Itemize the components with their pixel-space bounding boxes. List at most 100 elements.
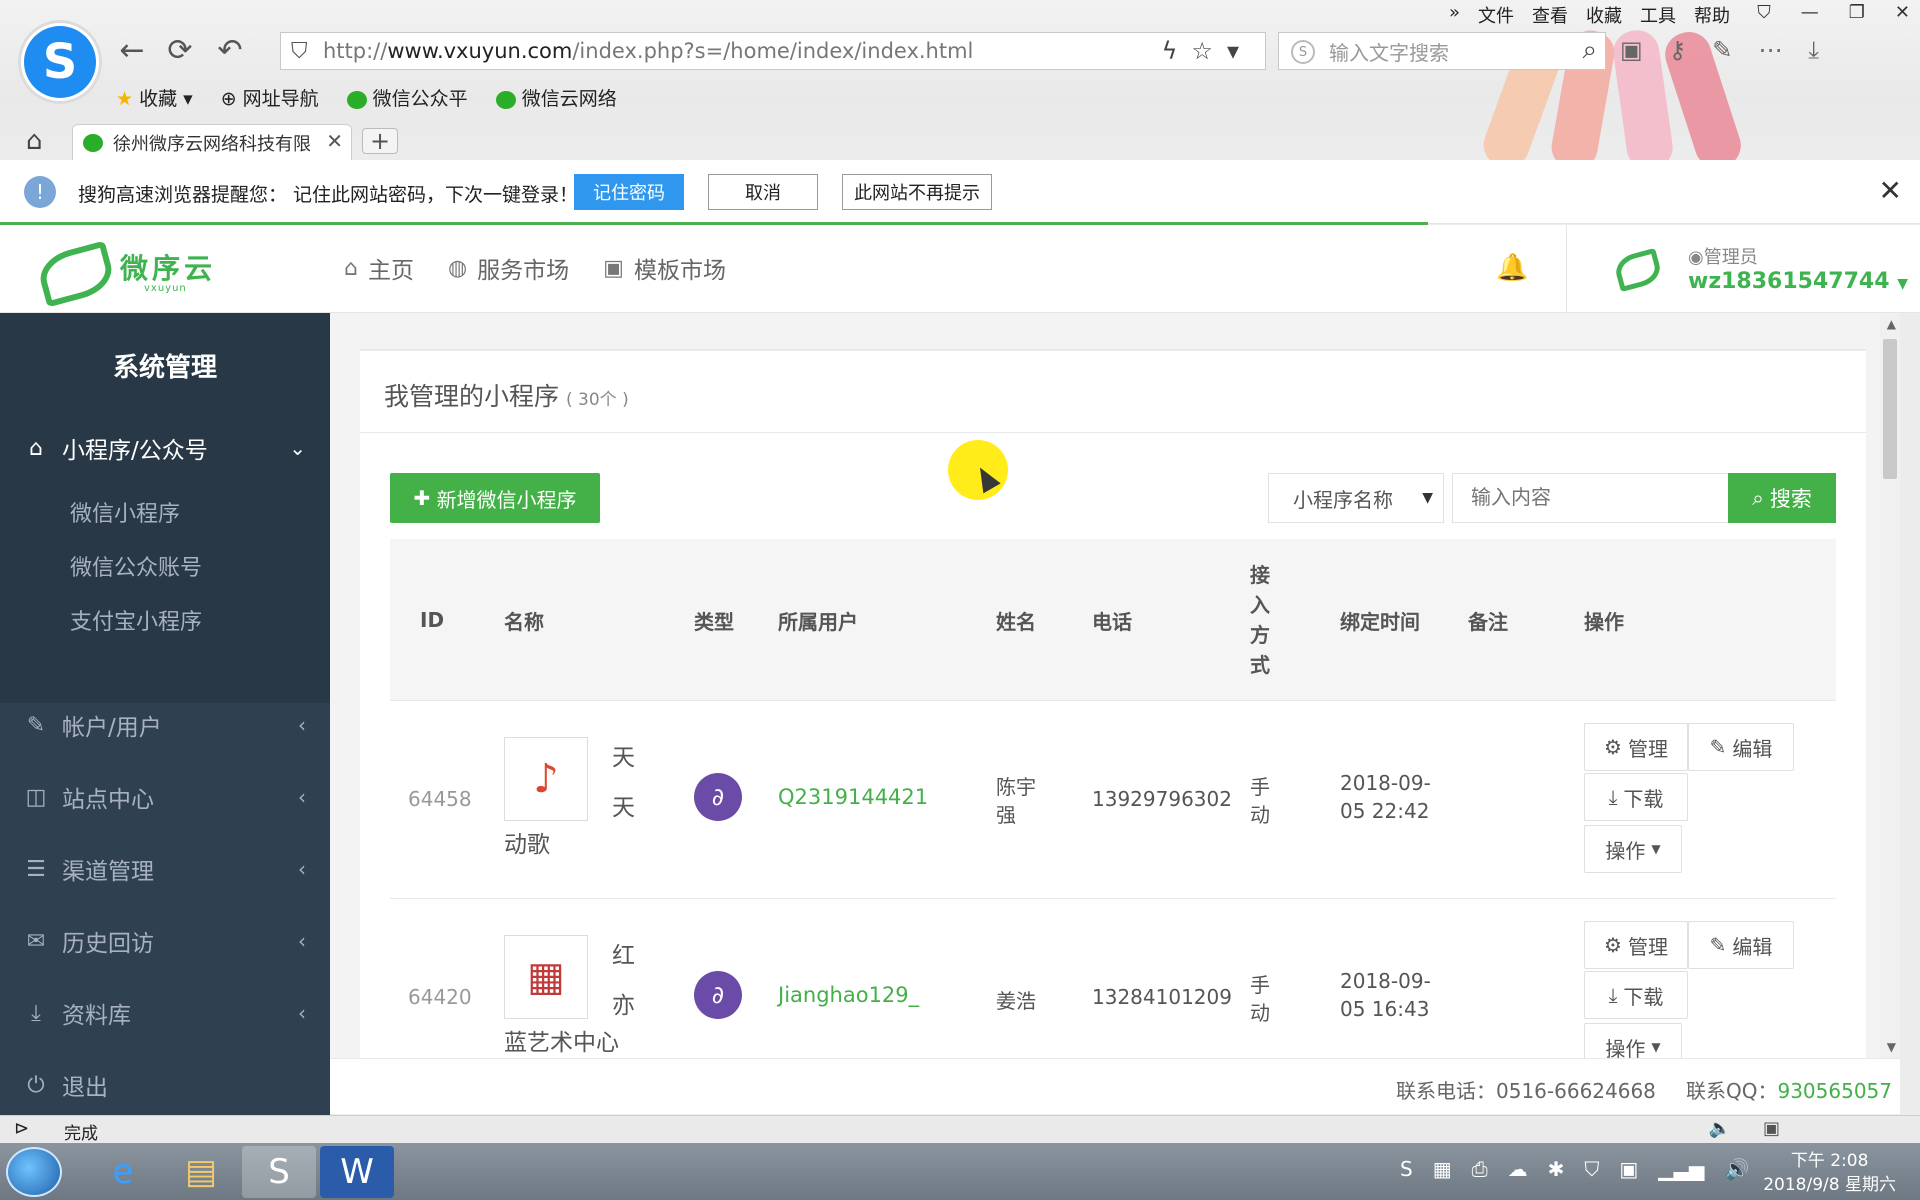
undo-icon[interactable]: ↶ [212,32,248,68]
sidebar-sub-wechat-account[interactable]: 微信公众账号 [70,550,202,582]
folder-taskbar-icon[interactable]: ▤ [164,1146,238,1198]
scroll-up-icon[interactable]: ▲ [1887,317,1896,331]
column-header-type: 类型 [694,609,734,634]
column-header-real-name: 姓名 [996,609,1036,634]
sidebar-item-label: 历史回访 [62,931,154,957]
sidebar-item-site-center[interactable]: ◫ 站点中心 ‹ [0,768,330,826]
menu-item-favorites[interactable]: 收藏 [1586,2,1622,28]
menu-item-view[interactable]: 查看 [1532,2,1568,28]
download-button[interactable]: ⤓ 下载 [1584,971,1688,1019]
close-tab-icon[interactable]: ✕ [322,129,343,153]
sidebar-item-label: 站点中心 [62,787,154,813]
bookmark-wechat-mp[interactable]: 微信公众平 [346,84,468,111]
menu-item-help[interactable]: 帮助 [1694,2,1730,28]
bookmark-wechat-cloud[interactable]: 微信云网络 [495,84,617,111]
back-icon[interactable]: ← [114,32,150,68]
manage-button[interactable]: ⚙ 管理 [1584,921,1688,969]
bookmark-favorites[interactable]: ★ 收藏 ▾ [116,84,193,111]
browser-search[interactable]: S 输入文字搜索 ⌕ [1278,32,1606,70]
scroll-down-icon[interactable]: ▼ [1887,1040,1896,1054]
cloud-icon[interactable]: ☁ [1508,1157,1528,1181]
nav-template-market[interactable]: ▣ 模板市场 [603,251,726,285]
refresh-icon[interactable]: ⟳ [162,32,198,68]
ie-taskbar-icon[interactable]: e [86,1146,160,1198]
skin-icon[interactable]: ⛉ [1757,2,1771,23]
sogou-browser-taskbar-icon[interactable]: S [242,1146,316,1198]
start-button[interactable] [6,1147,62,1197]
sidebar-item-library[interactable]: ⤓ 资料库 ‹ [0,984,330,1042]
menu-expand-icon[interactable]: » [1449,2,1460,28]
home-icon[interactable]: ⌂ [26,126,43,156]
avatar[interactable] [1614,249,1658,285]
sidebar-toggle-icon[interactable]: ⊳ [14,1118,29,1139]
tab-active[interactable]: 徐州微序云网络科技有限 ✕ [72,124,352,160]
app-taskbar-icon[interactable]: W [320,1146,394,1198]
menu-item-tools[interactable]: 工具 [1640,2,1676,28]
wrench-icon[interactable]: ✎ [1712,36,1732,64]
filter-field-select[interactable]: 小程序名称 ▼ [1268,473,1444,523]
sidebar-sub-alipay-miniprogram[interactable]: 支付宝小程序 [70,604,202,636]
search-button[interactable]: ⌕ 搜索 [1728,473,1836,523]
volume-icon[interactable]: 🔈 [1709,1118,1731,1139]
screenshot-icon[interactable]: ▣ [1763,1118,1780,1139]
close-notice-icon[interactable]: ✕ [1879,174,1902,207]
admin-username[interactable]: wz18361547744 ▼ [1688,269,1908,294]
bell-icon[interactable]: 🔔 [1496,253,1528,283]
miniprogram-panel: 我管理的小程序 ( 30个 ) ✚ 新增微信小程序 小程序名称 ▼ ⌕搜索 ID… [360,349,1866,1058]
nav-service-market[interactable]: ◍ 服务市场 [448,251,569,285]
sidebar-item-channels[interactable]: ☰ 渠道管理 ‹ [0,840,330,898]
menu-item-file[interactable]: 文件 [1478,2,1514,28]
sidebar-item-history[interactable]: ✉ 历史回访 ‹ [0,912,330,970]
remember-password-button[interactable]: 记住密码 [574,174,684,210]
printer-icon[interactable]: ⎙ [1472,1157,1488,1181]
shield-tray-icon[interactable]: ⛉ [1584,1157,1599,1181]
minimize-icon[interactable]: — [1801,2,1819,23]
edit-button[interactable]: ✎ 编辑 [1688,723,1794,771]
address-bar[interactable]: ⛉ http://www.vxuyun.com/index.php?s=/hom… [280,32,1266,70]
page-scrollbar[interactable]: ▲ ▼ [1880,313,1900,1058]
add-miniprogram-button[interactable]: ✚ 新增微信小程序 [390,473,600,523]
network-icon[interactable]: ▁▃▅ [1658,1157,1704,1181]
clipboard-icon[interactable]: ▣ [1619,1157,1638,1181]
wechat-icon [83,134,103,152]
new-tab-button[interactable]: + [362,127,398,155]
brand-logo[interactable]: 微序云 vxuyun [36,243,216,294]
key-icon[interactable]: ⚷ [1669,36,1687,64]
row-bind-date: 2018-09- [1340,969,1431,993]
nav-home[interactable]: ⌂ 主页 [344,251,414,285]
close-window-icon[interactable]: ✕ [1895,2,1910,23]
download-manager-icon[interactable]: ⤓ [1808,36,1819,64]
bookmark-nav[interactable]: ⊕ 网址导航 [221,84,319,111]
more-actions-dropdown[interactable]: 操作 ▼ [1584,1023,1682,1058]
download-button[interactable]: ⤓ 下载 [1584,773,1688,821]
wechat-icon [346,90,367,109]
sidebar-item-miniprogram[interactable]: ⌂ 小程序/公众号 ⌄ [0,419,330,477]
browser-logo[interactable]: S [18,20,102,104]
cancel-button[interactable]: 取消 [708,174,818,210]
sidebar-item-label: 资料库 [62,1003,131,1029]
row-owner-link[interactable]: Q2319144421 [778,785,928,809]
search-input[interactable] [1452,473,1730,523]
edit-button[interactable]: ✎ 编辑 [1688,921,1794,969]
more-actions-dropdown[interactable]: 操作 ▼ [1584,825,1682,873]
bookmark-star-icon[interactable]: ϟ☆▾ [1162,37,1253,65]
sidebar-item-logout[interactable]: ⏻ 退出 [0,1056,330,1114]
sidebar-sub-wechat-miniprogram[interactable]: 微信小程序 [70,496,180,528]
plus-icon: ✚ [413,486,431,510]
never-remind-button[interactable]: 此网站不再提示 [842,174,992,210]
tray-app-icon[interactable]: ▦ [1433,1157,1452,1181]
speaker-icon[interactable]: 🔊 [1724,1157,1749,1181]
system-clock[interactable]: 下午 2:08 2018/9/8 星期六 [1763,1149,1896,1197]
row-owner-link[interactable]: Jianghao129_ [778,983,919,1007]
qq-number[interactable]: 930565057 [1777,1079,1892,1103]
manage-button[interactable]: ⚙ 管理 [1584,723,1688,771]
extension-icon[interactable]: ▣ [1620,36,1643,64]
star-tray-icon[interactable]: ✱ [1548,1157,1565,1181]
scrollbar-thumb[interactable] [1883,339,1897,479]
sogou-ime-icon[interactable]: S [1400,1157,1413,1181]
restore-icon[interactable]: ❐ [1849,2,1865,23]
sidebar-item-accounts[interactable]: ✎ 帐户/用户 ‹ [0,696,330,754]
more-icon[interactable]: ⋯ [1758,36,1782,64]
search-icon[interactable]: ⌕ [1582,35,1597,66]
sidebar-item-label: 帐户/用户 [62,715,162,741]
